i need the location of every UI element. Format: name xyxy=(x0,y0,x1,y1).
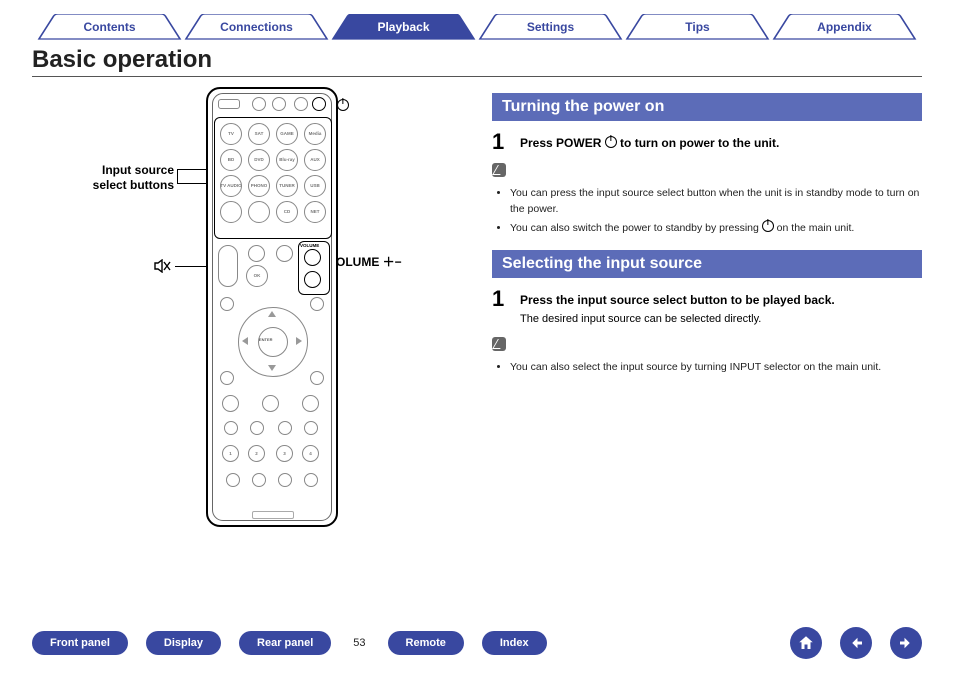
diagram-area: Input source select buttons VOLUME ＋− xyxy=(32,87,470,567)
note-icon xyxy=(492,163,506,177)
note-item: You can also switch the power to standby… xyxy=(510,220,922,237)
step-number: 1 xyxy=(492,131,510,153)
anno-volume: VOLUME ＋− xyxy=(328,255,402,270)
tab-contents[interactable]: Contents xyxy=(36,14,183,40)
section-header-power: Turning the power on xyxy=(492,93,922,121)
link-rear-panel[interactable]: Rear panel xyxy=(239,631,331,655)
page-number: 53 xyxy=(349,637,369,649)
tab-label: Tips xyxy=(685,20,709,34)
tab-connections[interactable]: Connections xyxy=(183,14,330,40)
top-tabs: Contents Connections Playback Settings T… xyxy=(36,14,918,40)
tab-tips[interactable]: Tips xyxy=(624,14,771,40)
arrow-right-icon xyxy=(897,634,915,652)
tab-label: Appendix xyxy=(817,20,872,34)
home-icon xyxy=(797,634,815,652)
title-divider xyxy=(32,76,922,77)
note-icon xyxy=(492,337,506,351)
step-input: 1 Press the input source select button t… xyxy=(492,288,922,327)
link-remote[interactable]: Remote xyxy=(388,631,464,655)
tab-label: Settings xyxy=(527,20,574,34)
step-text: Press POWER to turn on power to the unit… xyxy=(520,131,779,153)
prev-button[interactable] xyxy=(840,627,872,659)
home-button[interactable] xyxy=(790,627,822,659)
anno-input-source: Input source select buttons xyxy=(86,163,174,193)
page-title: Basic operation xyxy=(32,46,922,74)
anno-mute-icon xyxy=(154,259,172,277)
notes-input: You can also select the input source by … xyxy=(496,360,922,376)
link-index[interactable]: Index xyxy=(482,631,547,655)
link-front-panel[interactable]: Front panel xyxy=(32,631,128,655)
remote-diagram: TV SAT GAME Media BD DVD Blu-ray AUX TV … xyxy=(206,87,338,527)
footer-nav: Front panel Display Rear panel 53 Remote… xyxy=(32,627,922,659)
notes-power: You can press the input source select bu… xyxy=(496,186,922,236)
tab-settings[interactable]: Settings xyxy=(477,14,624,40)
tab-label: Playback xyxy=(377,20,429,34)
anno-power-icon xyxy=(337,99,349,114)
tab-appendix[interactable]: Appendix xyxy=(771,14,918,40)
note-item: You can press the input source select bu… xyxy=(510,186,922,218)
arrow-left-icon xyxy=(847,634,865,652)
step-number: 1 xyxy=(492,288,510,327)
note-item: You can also select the input source by … xyxy=(510,360,922,376)
step-subtext: The desired input source can be selected… xyxy=(520,312,835,327)
tab-label: Contents xyxy=(84,20,136,34)
tab-playback[interactable]: Playback xyxy=(330,14,477,40)
link-display[interactable]: Display xyxy=(146,631,221,655)
next-button[interactable] xyxy=(890,627,922,659)
content-right: Turning the power on 1 Press POWER to tu… xyxy=(492,87,922,567)
section-header-input: Selecting the input source xyxy=(492,250,922,278)
step-power: 1 Press POWER to turn on power to the un… xyxy=(492,131,922,153)
step-text: Press the input source select button to … xyxy=(520,288,835,327)
tab-label: Connections xyxy=(220,20,293,34)
